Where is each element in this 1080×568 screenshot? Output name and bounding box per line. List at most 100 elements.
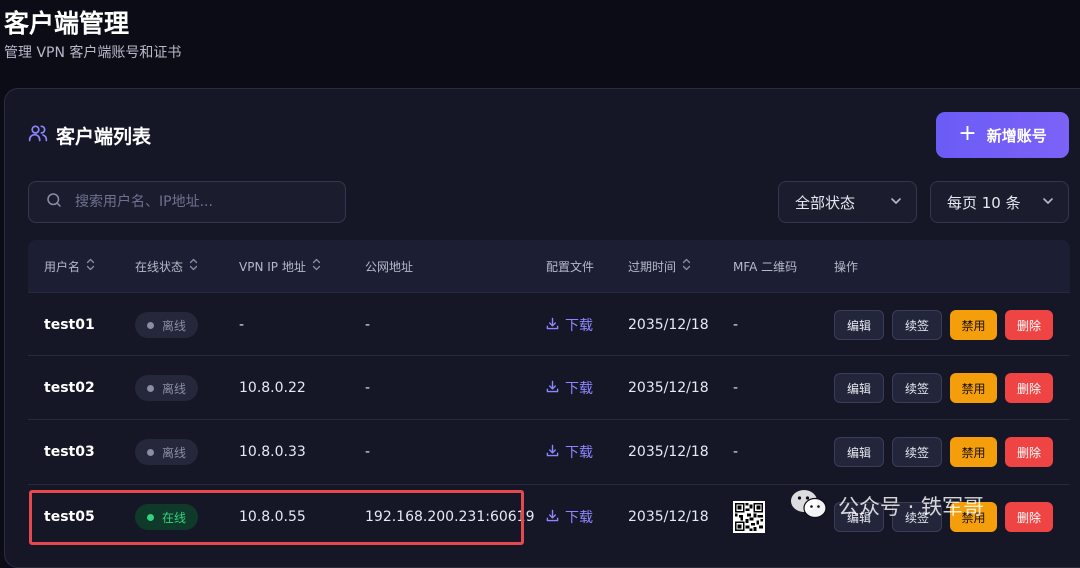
add-account-button[interactable]: + 新增账号: [936, 112, 1069, 158]
edit-button[interactable]: 编辑: [834, 310, 884, 340]
status-badge: 离线: [135, 375, 199, 401]
public-ip-cell: 192.168.200.231:60619: [365, 509, 535, 525]
status-dot-icon: [147, 513, 154, 521]
table-header: 用户名 在线状态 VPN IP 地址 公网地址 配置文件 过期时间 MFA 二维…: [28, 240, 1070, 292]
users-icon: [28, 123, 48, 147]
column-header-vpn-ip[interactable]: VPN IP 地址: [239, 240, 321, 292]
status-label: 离线: [162, 445, 187, 460]
status-dot-icon: [147, 384, 154, 392]
column-header-mfa: MFA 二维码: [733, 240, 797, 292]
column-header-expiry[interactable]: 过期时间: [628, 240, 691, 292]
renew-button[interactable]: 续签: [892, 437, 942, 467]
column-label: 配置文件: [546, 259, 595, 274]
status-badge: 离线: [135, 439, 199, 465]
column-header-actions: 操作: [834, 240, 858, 292]
download-icon: [546, 380, 559, 397]
table-row: test03 离线 10.8.0.33 - 下载 2035/12/18 - 编辑…: [28, 419, 1070, 484]
search-icon: [45, 191, 63, 213]
status-dot-icon: [147, 448, 154, 456]
status-cell: 离线: [135, 420, 199, 484]
vpn-ip-cell: 10.8.0.22: [239, 380, 306, 396]
delete-button[interactable]: 删除: [1005, 502, 1053, 532]
username-cell: test03: [44, 444, 95, 460]
page-size-select[interactable]: 每页 10 条: [930, 181, 1069, 223]
column-label: 公网地址: [365, 259, 414, 274]
public-ip-cell: -: [365, 317, 371, 333]
renew-button[interactable]: 续签: [892, 310, 942, 340]
card-header: 客户端列表: [28, 123, 152, 148]
expiry-cell: 2035/12/18: [628, 444, 709, 460]
download-label: 下载: [565, 318, 593, 334]
status-label: 离线: [162, 381, 187, 396]
status-dot-icon: [147, 321, 154, 329]
chevron-down-icon: [890, 193, 902, 211]
disable-button[interactable]: 禁用: [950, 502, 997, 532]
edit-button[interactable]: 编辑: [834, 373, 884, 403]
download-icon: [546, 444, 559, 461]
table-row: test02 离线 10.8.0.22 - 下载 2035/12/18 - 编辑…: [28, 355, 1070, 420]
column-header-public-ip: 公网地址: [365, 240, 413, 292]
delete-button[interactable]: 删除: [1005, 437, 1053, 467]
page-subtitle: 管理 VPN 客户端账号和证书: [4, 45, 182, 61]
status-label: 离线: [162, 318, 187, 333]
table-row: test01 离线 - - 下载 2035/12/18 - 编辑 续签 禁用 删…: [28, 292, 1070, 357]
search-input[interactable]: [73, 193, 337, 211]
delete-button[interactable]: 删除: [1005, 310, 1053, 340]
column-label: MFA 二维码: [733, 259, 798, 274]
mfa-cell: -: [733, 317, 739, 333]
delete-button[interactable]: 删除: [1005, 373, 1053, 403]
sort-icon: [86, 258, 95, 274]
vpn-ip-cell: 10.8.0.55: [239, 509, 306, 525]
renew-button[interactable]: 续签: [892, 502, 942, 532]
column-label: VPN IP 地址: [239, 259, 306, 274]
sort-icon: [312, 258, 321, 274]
status-filter-select[interactable]: 全部状态: [778, 181, 917, 223]
status-cell: 在线: [135, 485, 199, 549]
download-config-link[interactable]: 下载: [546, 293, 593, 357]
edit-button[interactable]: 编辑: [834, 437, 884, 467]
expiry-cell: 2035/12/18: [628, 509, 709, 525]
status-cell: 离线: [135, 356, 199, 420]
vpn-ip-cell: -: [239, 317, 245, 333]
column-label: 用户名: [44, 259, 81, 274]
download-icon: [546, 317, 559, 334]
download-icon: [546, 509, 559, 526]
mfa-cell[interactable]: [733, 485, 765, 549]
chevron-down-icon: [1042, 193, 1054, 211]
public-ip-cell: -: [365, 380, 371, 396]
qr-code-icon[interactable]: [733, 501, 765, 533]
download-config-link[interactable]: 下载: [546, 356, 593, 420]
add-account-label: 新增账号: [986, 126, 1047, 145]
disable-button[interactable]: 禁用: [950, 373, 997, 403]
username-cell: test01: [44, 317, 95, 333]
mfa-cell: -: [733, 444, 739, 460]
page-size-value: 每页 10 条: [947, 193, 1021, 212]
sort-icon: [682, 258, 691, 274]
column-label: 过期时间: [628, 259, 677, 274]
username-cell: test05: [44, 509, 95, 525]
search-box[interactable]: [28, 181, 346, 223]
column-header-config: 配置文件: [546, 240, 594, 292]
card-title: 客户端列表: [56, 125, 152, 148]
sort-icon: [189, 258, 198, 274]
status-cell: 离线: [135, 293, 199, 357]
renew-button[interactable]: 续签: [892, 373, 942, 403]
download-label: 下载: [565, 510, 593, 526]
disable-button[interactable]: 禁用: [950, 437, 997, 467]
column-header-username[interactable]: 用户名: [44, 240, 95, 292]
download-label: 下载: [565, 445, 593, 461]
disable-button[interactable]: 禁用: [950, 310, 997, 340]
download-config-link[interactable]: 下载: [546, 485, 593, 549]
page-title: 客户端管理: [4, 9, 130, 38]
table-row: test05 在线 10.8.0.55 192.168.200.231:6061…: [28, 484, 1070, 549]
download-config-link[interactable]: 下载: [546, 420, 593, 484]
expiry-cell: 2035/12/18: [628, 317, 709, 333]
status-badge: 在线: [135, 504, 199, 530]
column-label: 操作: [834, 259, 859, 274]
expiry-cell: 2035/12/18: [628, 380, 709, 396]
status-badge: 离线: [135, 312, 199, 338]
edit-button[interactable]: 编辑: [834, 502, 884, 532]
status-filter-value: 全部状态: [795, 193, 856, 212]
column-label: 在线状态: [135, 259, 184, 274]
column-header-status[interactable]: 在线状态: [135, 240, 198, 292]
